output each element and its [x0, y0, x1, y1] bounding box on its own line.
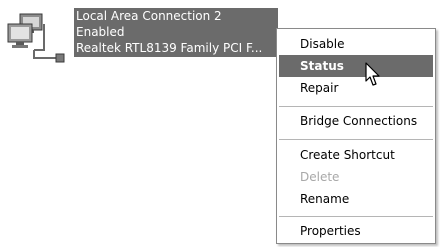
- menu-separator: [279, 139, 433, 140]
- menu-item-create-shortcut[interactable]: Create Shortcut: [279, 144, 433, 166]
- context-menu: Disable Status Repair Bridge Connections…: [276, 28, 436, 244]
- menu-item-bridge-connections[interactable]: Bridge Connections: [279, 110, 433, 132]
- connection-status: Enabled: [76, 25, 125, 39]
- menu-item-properties[interactable]: Properties: [279, 220, 433, 242]
- connection-adapter: Realtek RTL8139 Family PCI F...: [76, 41, 263, 55]
- menu-item-status[interactable]: Status: [279, 55, 433, 77]
- menu-item-disable[interactable]: Disable: [279, 33, 433, 55]
- menu-item-delete: Delete: [300, 170, 340, 184]
- connection-label[interactable]: Local Area Connection 2 Enabled Realtek …: [74, 8, 278, 57]
- menu-item-rename[interactable]: Rename: [279, 188, 433, 210]
- mouse-pointer-icon: [365, 62, 381, 88]
- connection-name: Local Area Connection 2: [76, 9, 222, 23]
- menu-separator: [279, 106, 433, 107]
- menu-separator: [279, 216, 433, 217]
- network-connection-icon[interactable]: [4, 10, 66, 66]
- menu-item-repair[interactable]: Repair: [279, 77, 433, 99]
